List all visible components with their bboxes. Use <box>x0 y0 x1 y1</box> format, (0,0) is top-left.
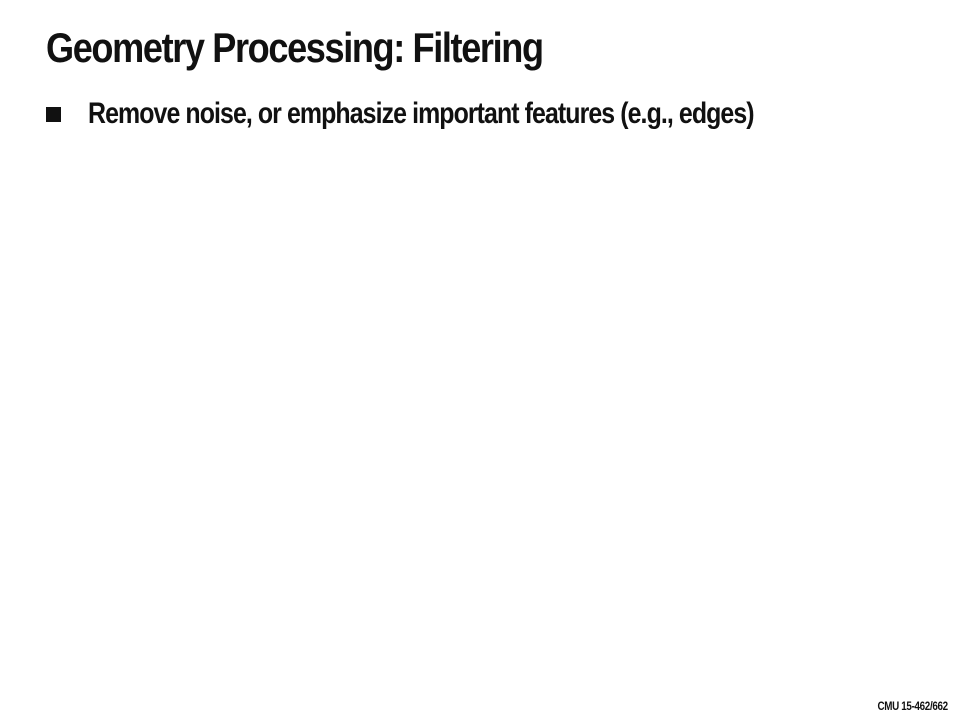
bullet-list: Remove noise, or emphasize important fea… <box>46 92 890 136</box>
slide-title: Geometry Processing: Filtering <box>46 24 544 71</box>
course-footer: CMU 15-462/662 <box>877 699 949 713</box>
slide: Geometry Processing: Filtering Remove no… <box>0 0 960 720</box>
bullet-text: Remove noise, or emphasize important fea… <box>88 97 755 130</box>
square-bullet-icon <box>46 106 61 122</box>
bullet-item: Remove noise, or emphasize important fea… <box>46 92 890 136</box>
